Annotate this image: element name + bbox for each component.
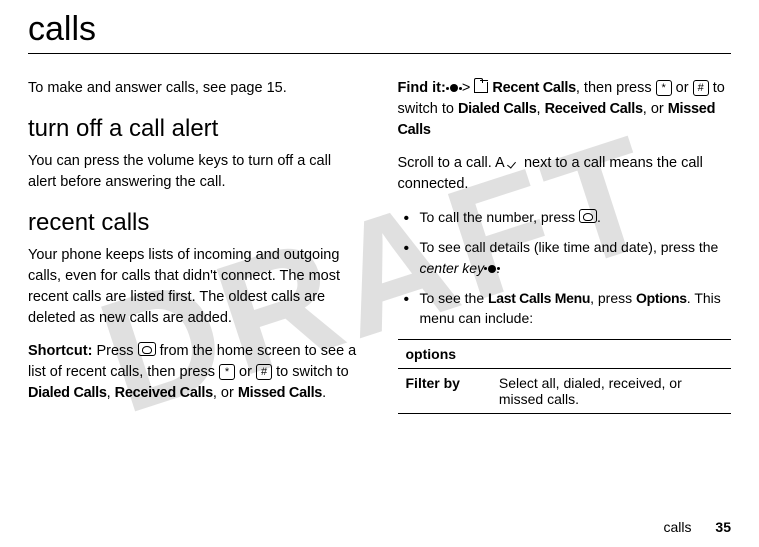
find-it-paragraph: Find it: > Recent Calls, then press * or…	[398, 78, 732, 141]
table-header-row: options	[398, 339, 732, 368]
b3-b: , press	[590, 290, 636, 306]
intro-page-ref: 15	[267, 80, 283, 96]
recent-calls-menu: Recent Calls	[492, 80, 575, 96]
section-turn-off-alert: turn off a call alert	[28, 115, 362, 143]
received-calls-label-2: Received Calls	[545, 101, 643, 117]
send-key-icon-2	[579, 209, 597, 223]
scroll-a: Scroll to a call. A	[398, 155, 508, 171]
options-label: Options	[636, 290, 687, 306]
intro-text-b: .	[283, 80, 287, 96]
recent-calls-body: Your phone keeps lists of incoming and o…	[28, 245, 362, 329]
intro-paragraph: To make and answer calls, see page 15.	[28, 78, 362, 99]
b1-a: To call the number, press	[420, 209, 580, 225]
star-key-icon: *	[219, 364, 235, 380]
star-key-icon-2: *	[656, 80, 672, 96]
shortcut-d: to switch to	[272, 364, 349, 380]
received-calls-label: Received Calls	[115, 385, 213, 401]
find-it-label: Find it:	[398, 80, 446, 96]
options-table: options Filter by Select all, dialed, re…	[398, 339, 732, 414]
center-key-text: center key	[420, 260, 485, 276]
intro-text-a: To make and answer calls, see page	[28, 80, 267, 96]
two-column-layout: To make and answer calls, see page 15. t…	[28, 78, 731, 416]
b1-b: .	[597, 209, 601, 225]
bullet-call-number: To call the number, press .	[420, 207, 732, 227]
left-column: To make and answer calls, see page 15. t…	[28, 78, 362, 416]
footer-section: calls	[664, 519, 692, 535]
dialed-calls-label-2: Dialed Calls	[458, 101, 537, 117]
bullet-last-calls-menu: To see the Last Calls Menu, press Option…	[420, 288, 732, 329]
comma-2: ,	[213, 385, 221, 401]
checkmark-icon	[508, 156, 520, 168]
comma-1: ,	[107, 385, 115, 401]
send-key-icon	[138, 342, 156, 356]
shortcut-c: or	[235, 364, 256, 380]
bullet-call-details: To see call details (like time and date)…	[420, 237, 732, 278]
hash-key-icon-2: #	[693, 80, 709, 96]
shortcut-label: Shortcut:	[28, 343, 92, 359]
shortcut-a: Press	[92, 343, 137, 359]
comma-4: ,	[643, 101, 651, 117]
page-title: calls	[28, 10, 731, 54]
page-footer: calls 35	[664, 519, 731, 535]
scroll-paragraph: Scroll to a call. A next to a call means…	[398, 153, 732, 195]
options-header: options	[398, 339, 732, 368]
footer-page-number: 35	[715, 519, 731, 535]
hash-key-icon: #	[256, 364, 272, 380]
section-recent-calls: recent calls	[28, 209, 362, 237]
filter-by-label: Filter by	[398, 368, 491, 413]
center-key-icon-2	[488, 265, 496, 273]
findit-c: , then press	[576, 80, 656, 96]
shortcut-paragraph: Shortcut: Press from the home screen to …	[28, 341, 362, 404]
folder-icon	[474, 82, 488, 93]
findit-d: or	[672, 80, 693, 96]
or-1: or	[221, 385, 238, 401]
turn-off-alert-body: You can press the volume keys to turn of…	[28, 151, 362, 193]
last-calls-menu-label: Last Calls Menu	[488, 290, 590, 306]
period-1: .	[322, 385, 326, 401]
b2-a: To see call details (like time and date)…	[420, 239, 719, 255]
center-key-icon	[450, 84, 458, 92]
bullet-list: To call the number, press . To see call …	[398, 207, 732, 328]
b3-a: To see the	[420, 290, 489, 306]
or-2: or	[651, 101, 668, 117]
table-row: Filter by Select all, dialed, received, …	[398, 368, 732, 413]
comma-3: ,	[537, 101, 545, 117]
filter-by-value: Select all, dialed, received, or missed …	[491, 368, 731, 413]
right-column: Find it: > Recent Calls, then press * or…	[398, 78, 732, 416]
missed-calls-label: Missed Calls	[238, 385, 322, 401]
dialed-calls-label: Dialed Calls	[28, 385, 107, 401]
